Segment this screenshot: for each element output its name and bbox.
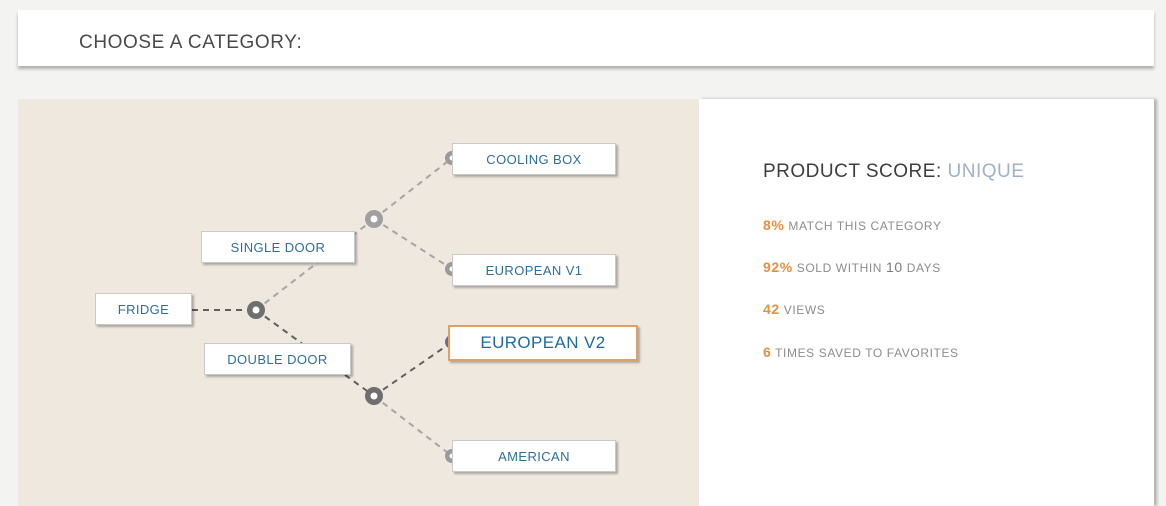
stat-favorites: 6 TIMES SAVED TO FAVORITES [763,344,959,360]
category-header: CHOOSE A CATEGORY: [18,10,1154,66]
product-score-value: UNIQUE [947,161,1025,182]
node-cooling-box[interactable]: COOLING BOX [452,143,616,175]
node-double-door[interactable]: DOUBLE DOOR [204,343,351,375]
node-american[interactable]: AMERICAN [452,440,616,472]
stat-sold-within: 92% SOLD WITHIN 10 DAYS [763,259,941,275]
product-score-label: PRODUCT SCORE: [763,161,942,182]
stat-views: 42 VIEWS [763,301,825,317]
stat-number: 6 [763,344,772,360]
stat-category-match: 8% MATCH THIS CATEGORY [763,217,942,233]
node-european-v2[interactable]: EUROPEAN V2 [448,325,638,361]
node-fridge[interactable]: FRIDGE [95,293,192,325]
product-score-heading: PRODUCT SCORE: UNIQUE [763,161,1024,183]
stat-days-count: 10 [885,259,903,275]
stat-text: DAYS [906,261,941,275]
node-single-door[interactable]: SINGLE DOOR [201,231,355,263]
node-european-v1[interactable]: EUROPEAN V1 [452,254,616,286]
stat-text: TIMES SAVED TO FAVORITES [775,346,959,360]
product-score-panel: PRODUCT SCORE: UNIQUE 8% MATCH THIS CATE… [699,99,1154,506]
category-tree-panel: FRIDGE SINGLE DOOR DOUBLE DOOR COOLING B… [18,99,699,506]
stat-text: VIEWS [783,303,826,317]
stat-text: SOLD WITHIN [796,261,883,275]
stat-number: 92% [763,259,793,275]
stat-text: MATCH THIS CATEGORY [788,219,942,233]
header-title: CHOOSE A CATEGORY: [79,32,303,53]
stat-number: 8% [763,217,785,233]
stat-number: 42 [763,301,780,317]
